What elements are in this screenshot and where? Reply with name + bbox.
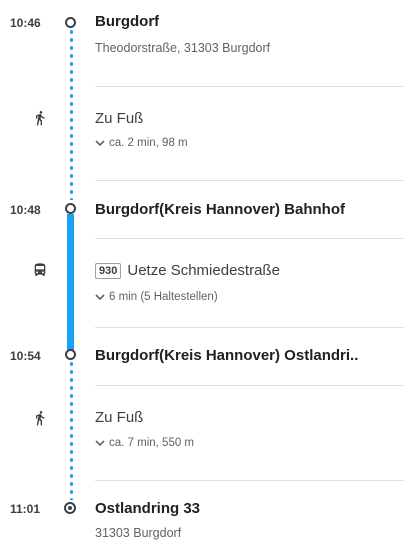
stop-marker (65, 203, 76, 214)
segment-detail: 6 min (5 Haltestellen) (109, 291, 218, 303)
divider (95, 238, 404, 239)
segment-title: Zu Fuß (95, 409, 144, 426)
divider (95, 180, 404, 181)
divider (95, 86, 404, 87)
segment-details-toggle[interactable]: ca. 2 min, 98 m (95, 137, 188, 149)
segment-details-toggle[interactable]: 6 min (5 Haltestellen) (95, 291, 218, 303)
departure-time: 10:54 (10, 349, 41, 363)
divider (95, 480, 404, 481)
chevron-down-icon (95, 140, 105, 147)
segment-detail: ca. 2 min, 98 m (109, 137, 188, 149)
segment-detail: ca. 7 min, 550 m (109, 437, 195, 449)
bus-icon (34, 263, 46, 276)
bus-destination: Uetze Schmiedestraße (127, 262, 280, 279)
departure-time: 10:48 (10, 203, 41, 217)
stop-name[interactable]: Burgdorf (95, 13, 159, 30)
divider (95, 385, 404, 386)
chevron-down-icon (95, 294, 105, 301)
walk-route-dots (70, 360, 73, 500)
stop-name[interactable]: Burgdorf(Kreis Hannover) Ostlandri.. (95, 347, 358, 364)
stop-marker (65, 17, 76, 28)
stop-name[interactable]: Burgdorf(Kreis Hannover) Bahnhof (95, 201, 345, 218)
walk-icon (36, 111, 45, 126)
stop-name[interactable]: Ostlandring 33 (95, 500, 200, 517)
divider (95, 327, 404, 328)
segment-details-toggle[interactable]: ca. 7 min, 550 m (95, 437, 194, 449)
walk-route-dots (70, 28, 73, 200)
bus-line-title: 930 Uetze Schmiedestraße (95, 262, 280, 279)
stop-marker (65, 349, 76, 360)
walk-icon (36, 411, 45, 426)
chevron-down-icon (95, 440, 105, 447)
arrival-time: 11:01 (10, 502, 41, 516)
bus-line-badge: 930 (95, 262, 122, 279)
stop-address: Theodorstraße, 31303 Burgdorf (95, 41, 271, 55)
bus-route-line (67, 214, 74, 350)
departure-time: 10:46 (10, 16, 41, 30)
destination-marker (64, 502, 76, 514)
stop-address: 31303 Burgdorf (95, 526, 182, 540)
segment-title: Zu Fuß (95, 110, 144, 127)
